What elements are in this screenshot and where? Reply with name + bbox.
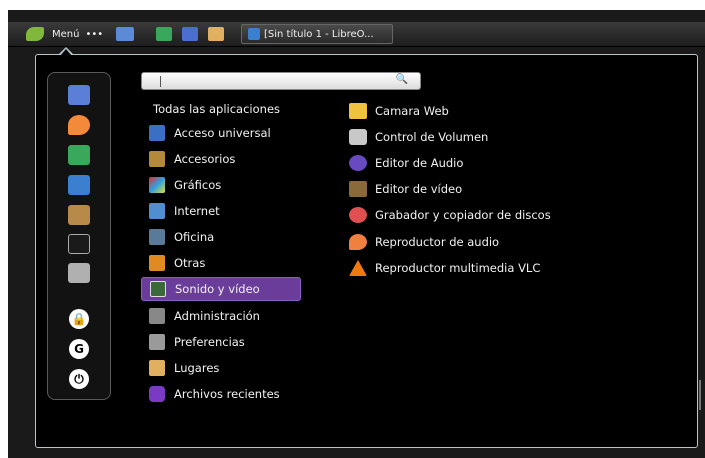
calculator-icon[interactable]: [68, 263, 90, 283]
app-webcam[interactable]: Camara Web: [347, 99, 647, 123]
menu-icon: [26, 27, 44, 41]
category-label: Sonido y vídeo: [175, 282, 260, 296]
image-viewer-icon: [156, 27, 172, 41]
category-label: Oficina: [174, 230, 215, 244]
menu-button[interactable]: Menú •••: [26, 25, 103, 43]
category-label: Archivos recientes: [174, 387, 280, 401]
accessories-icon: [149, 151, 165, 167]
category-preferences[interactable]: Preferencias: [141, 330, 301, 354]
menu-pointer-inner: [60, 49, 72, 56]
magnifier-icon: 🔍: [395, 74, 408, 85]
app-label: Reproductor de audio: [375, 235, 500, 249]
text-cursor: [160, 76, 161, 87]
launcher-mail[interactable]: [116, 25, 134, 43]
category-label: Lugares: [174, 361, 220, 375]
folder-icon: [208, 27, 224, 41]
preferences-icon: [149, 334, 165, 350]
all-applications-heading[interactable]: Todas las aplicaciones: [153, 102, 280, 116]
app-audio-player[interactable]: Reproductor de audio: [347, 230, 647, 254]
lock-icon[interactable]: 🔒: [69, 309, 89, 329]
taskbar-window-button[interactable]: [Sin título 1 - LibreO...: [241, 24, 393, 44]
category-label: Accesorios: [174, 152, 236, 166]
category-label: Internet: [174, 204, 220, 218]
category-label: Otras: [174, 256, 206, 270]
search-box[interactable]: 🔍: [141, 72, 421, 90]
administration-icon: [149, 308, 165, 324]
terminal-icon[interactable]: [68, 234, 90, 254]
category-administration[interactable]: Administración: [141, 304, 301, 328]
app-label: Grabador y copiador de discos: [375, 208, 551, 222]
folder-icon: [149, 360, 165, 376]
category-label: Preferencias: [174, 335, 245, 349]
mail-icon[interactable]: [68, 85, 90, 105]
app-vlc[interactable]: Reproductor multimedia VLC: [347, 256, 647, 280]
image-viewer-icon[interactable]: [68, 145, 90, 165]
category-office[interactable]: Oficina: [141, 225, 301, 249]
category-label: Gráficos: [174, 178, 222, 192]
app-label: Editor de vídeo: [375, 182, 463, 196]
package-icon[interactable]: [68, 205, 90, 225]
disc-burner-icon: [349, 207, 367, 223]
category-accessibility[interactable]: Acceso universal: [141, 121, 301, 145]
audio-editor-icon: [349, 155, 367, 171]
accessibility-icon: [149, 125, 165, 141]
vlc-icon: [349, 260, 367, 276]
audio-player-icon[interactable]: [68, 115, 90, 135]
internet-icon: [149, 203, 165, 219]
category-label: Acceso universal: [174, 126, 271, 140]
app-label: Reproductor multimedia VLC: [375, 261, 541, 275]
app-video-editor[interactable]: Editor de vídeo: [347, 177, 647, 201]
launcher-files[interactable]: [208, 25, 224, 43]
logout-icon[interactable]: G: [69, 339, 89, 359]
office-icon: [149, 229, 165, 245]
recent-files-icon: [149, 386, 165, 402]
category-accessories[interactable]: Accesorios: [141, 147, 301, 171]
category-label: Administración: [174, 309, 260, 323]
favorites-bar: 🔒 G ⏻: [47, 72, 111, 400]
category-places[interactable]: Lugares: [141, 356, 301, 380]
webcam-icon: [349, 103, 367, 119]
writer-icon[interactable]: [68, 175, 90, 195]
app-audio-editor[interactable]: Editor de Audio: [347, 151, 647, 175]
dots-separator: •••: [85, 28, 104, 40]
category-graphics[interactable]: Gráficos: [141, 173, 301, 197]
launcher-browser[interactable]: [182, 25, 198, 43]
writer-icon: [248, 28, 260, 40]
volume-icon: [349, 129, 367, 145]
category-recent-files[interactable]: Archivos recientes: [141, 382, 301, 406]
video-editor-icon: [349, 181, 367, 197]
other-icon: [149, 255, 165, 271]
launcher-image[interactable]: [156, 25, 172, 43]
app-disc-burner[interactable]: Grabador y copiador de discos: [347, 203, 647, 227]
mail-icon: [116, 27, 134, 41]
audio-player-icon: [349, 234, 367, 250]
category-sound-video[interactable]: Sonido y vídeo: [141, 277, 301, 301]
app-volume-control[interactable]: Control de Volumen: [347, 125, 647, 149]
category-internet[interactable]: Internet: [141, 199, 301, 223]
app-label: Control de Volumen: [375, 130, 489, 144]
top-panel: Menú ••• [Sin título 1 - LibreO...: [8, 22, 705, 47]
multimedia-icon: [150, 281, 166, 297]
graphics-icon: [149, 177, 165, 193]
menu-label: Menú: [52, 28, 80, 40]
browser-icon: [182, 27, 198, 41]
power-icon[interactable]: ⏻: [69, 369, 89, 389]
app-label: Camara Web: [375, 104, 449, 118]
window-edge: [699, 380, 701, 410]
search-input[interactable]: [146, 74, 390, 90]
app-label: Editor de Audio: [375, 156, 464, 170]
taskbar-window-title: [Sin título 1 - LibreO...: [264, 28, 374, 40]
category-other[interactable]: Otras: [141, 251, 301, 275]
